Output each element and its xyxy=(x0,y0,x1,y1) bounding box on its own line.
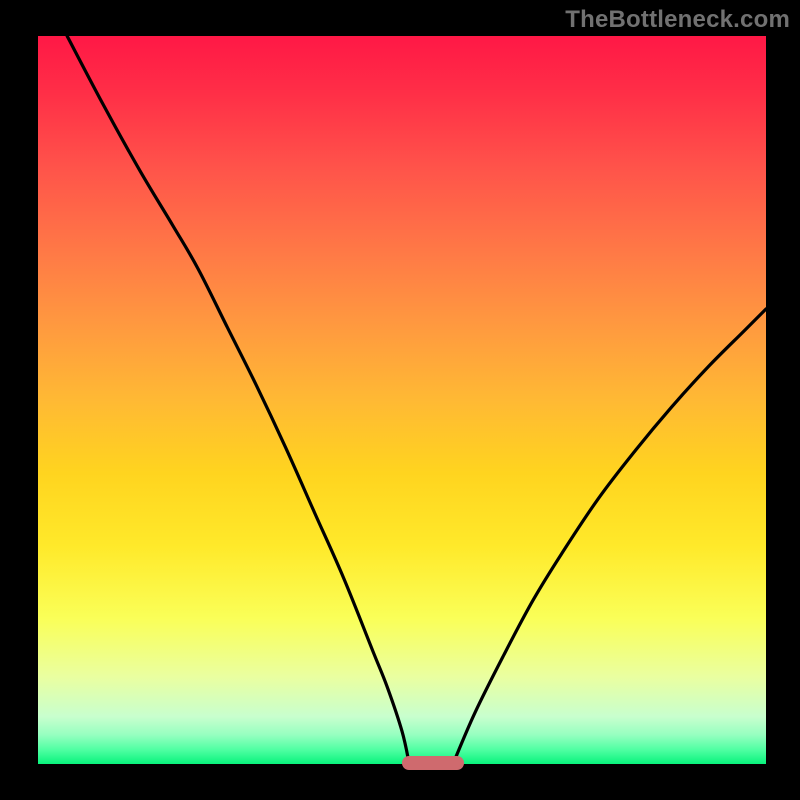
plot-area xyxy=(38,36,766,764)
left-curve xyxy=(67,36,409,764)
minimum-marker xyxy=(402,756,464,770)
watermark-text: TheBottleneck.com xyxy=(565,6,790,34)
chart-frame: TheBottleneck.com xyxy=(0,0,800,800)
curves-svg xyxy=(38,36,766,764)
right-curve xyxy=(453,309,766,764)
